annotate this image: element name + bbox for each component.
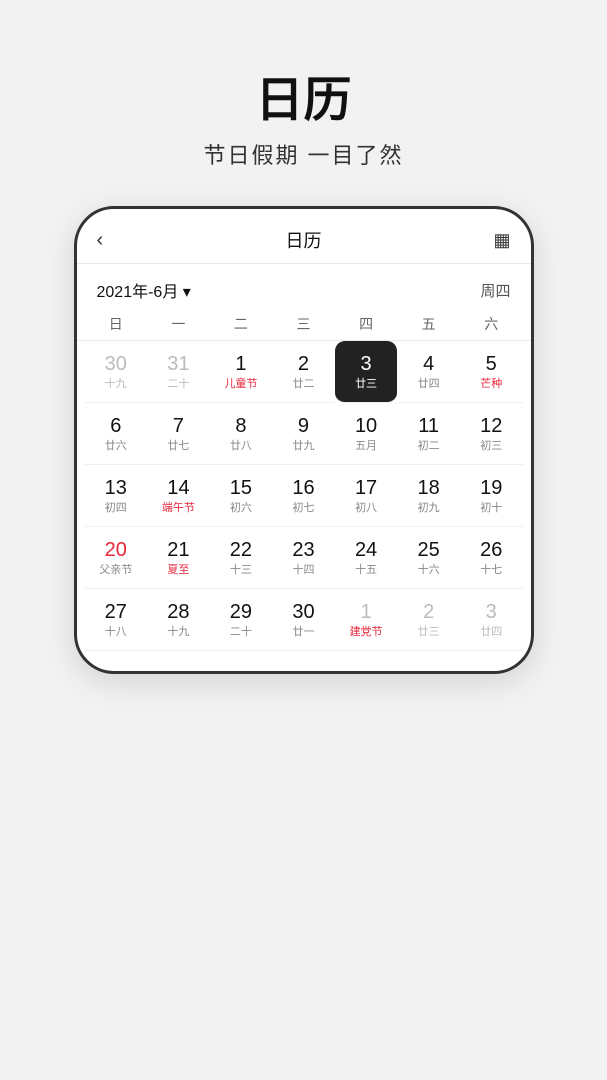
page-subtitle: 节日假期 一目了然 [203,138,403,170]
weekday-header: 三 [272,308,335,340]
calendar-day-cell[interactable]: 21夏至 [147,527,210,589]
weekdays-row: 日一二三四五六 [77,308,531,341]
calendar-day-cell[interactable]: 26十七 [460,527,523,589]
calendar-day-cell[interactable]: 12初三 [460,403,523,465]
calendar-day-cell[interactable]: 28十九 [147,589,210,651]
calendar-day-cell[interactable]: 5芒种 [460,341,523,403]
calendar-day-cell[interactable]: 20父亲节 [85,527,148,589]
calendar-day-cell[interactable]: 10五月 [335,403,398,465]
calendar-day-cell[interactable]: 23十四 [272,527,335,589]
calendar-grid-icon[interactable]: ▦ [479,230,511,251]
calendar-day-cell[interactable]: 4廿四 [397,341,460,403]
calendar-day-cell[interactable]: 15初六 [210,465,273,527]
weekday-header: 二 [210,308,273,340]
weekday-header: 五 [397,308,460,340]
calendar-day-cell[interactable]: 2廿二 [272,341,335,403]
calendar-grid: 30十九31二十1儿童节2廿二3廿三4廿四5芒种 6廿六7廿七8廿八9廿九10五月… [77,341,531,651]
page-title: 日历 [255,60,351,130]
weekday-header: 四 [335,308,398,340]
phone-frame: ‹ 日历 ▦ 2021年-6月 ▾ 周四 日一二三四五六 30十九31二十1儿童… [74,206,534,674]
calendar-day-cell[interactable]: 7廿七 [147,403,210,465]
calendar-day-cell[interactable]: 6廿六 [85,403,148,465]
back-button[interactable]: ‹ [97,229,129,252]
calendar-day-cell[interactable]: 14端午节 [147,465,210,527]
weekday-header: 一 [147,308,210,340]
calendar-day-cell[interactable]: 1建党节 [335,589,398,651]
calendar-day-cell[interactable]: 17初八 [335,465,398,527]
calendar-day-cell[interactable]: 8廿八 [210,403,273,465]
calendar-day-cell[interactable]: 3廿四 [460,589,523,651]
calendar-day-cell[interactable]: 29二十 [210,589,273,651]
calendar-day-cell[interactable]: 18初九 [397,465,460,527]
calendar-day-cell[interactable]: 27十八 [85,589,148,651]
calendar-day-cell[interactable]: 2廿三 [397,589,460,651]
weekday-header: 六 [460,308,523,340]
weekday-header: 日 [85,308,148,340]
calendar-day-cell[interactable]: 13初四 [85,465,148,527]
calendar-day-cell[interactable]: 11初二 [397,403,460,465]
calendar-day-cell[interactable]: 1儿童节 [210,341,273,403]
month-row: 2021年-6月 ▾ 周四 [77,264,531,308]
month-selector[interactable]: 2021年-6月 ▾ [97,278,191,302]
current-weekday: 周四 [480,280,510,301]
calendar-day-cell[interactable]: 22十三 [210,527,273,589]
calendar-day-cell[interactable]: 3廿三 [335,341,398,403]
calendar-day-cell[interactable]: 30廿一 [272,589,335,651]
calendar-day-cell[interactable]: 24十五 [335,527,398,589]
app-header: ‹ 日历 ▦ [77,209,531,264]
calendar-day-cell[interactable]: 31二十 [147,341,210,403]
calendar-day-cell[interactable]: 9廿九 [272,403,335,465]
calendar-day-cell[interactable]: 25十六 [397,527,460,589]
calendar-day-cell[interactable]: 30十九 [85,341,148,403]
calendar-day-cell[interactable]: 19初十 [460,465,523,527]
calendar-day-cell[interactable]: 16初七 [272,465,335,527]
header-title: 日历 [286,227,322,253]
